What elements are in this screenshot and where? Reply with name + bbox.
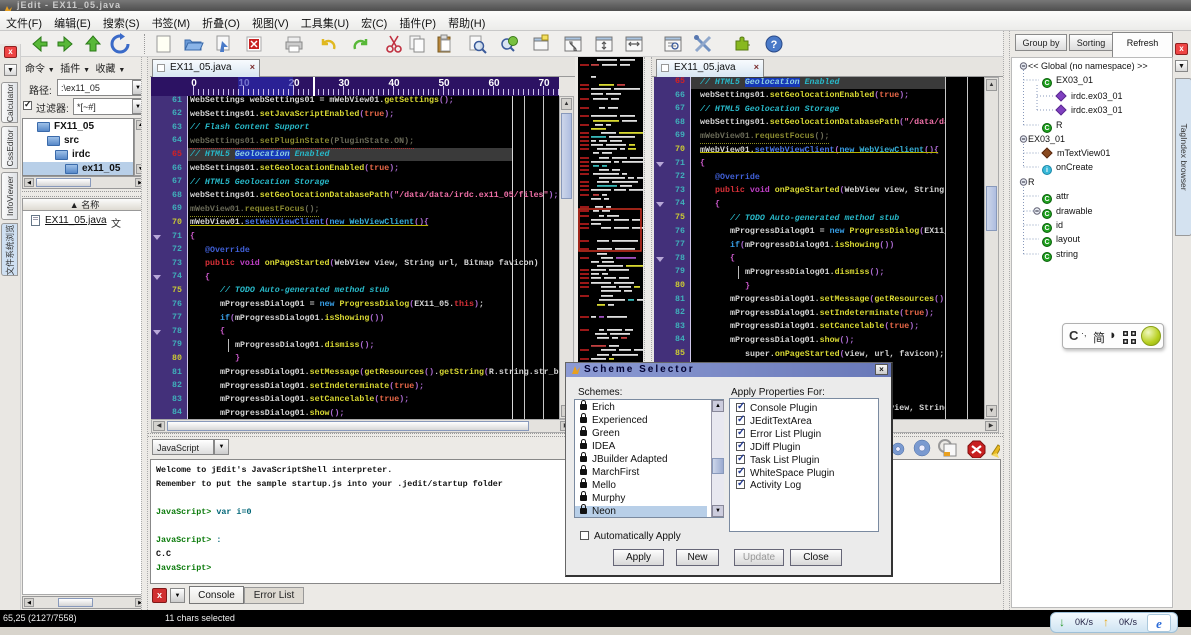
svg-text:?: ?	[771, 39, 778, 51]
